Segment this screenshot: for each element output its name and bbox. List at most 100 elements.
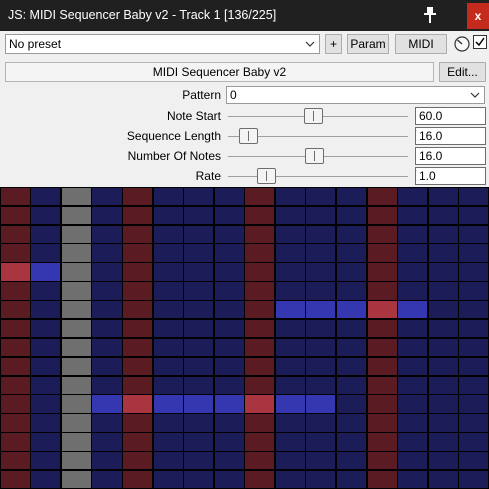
step-cell[interactable]: [336, 282, 366, 300]
step-cell[interactable]: [0, 301, 30, 319]
step-cell[interactable]: [214, 338, 244, 357]
step-cell[interactable]: [398, 282, 428, 300]
midi-button[interactable]: MIDI: [395, 34, 447, 54]
step-cell[interactable]: [306, 244, 336, 262]
step-cell-active[interactable]: [275, 301, 305, 319]
step-cell[interactable]: [214, 414, 244, 432]
slider-track[interactable]: [228, 176, 408, 177]
step-cell-active[interactable]: [214, 395, 244, 413]
step-cell[interactable]: [275, 206, 305, 224]
step-cell[interactable]: [459, 376, 489, 394]
step-cell[interactable]: [398, 357, 428, 375]
step-cell[interactable]: [123, 376, 153, 394]
step-cell[interactable]: [398, 263, 428, 281]
step-cell[interactable]: [428, 206, 458, 224]
step-cell[interactable]: [0, 282, 30, 300]
pattern-dropdown[interactable]: 0: [226, 86, 485, 104]
step-cell[interactable]: [61, 301, 91, 319]
step-cell[interactable]: [245, 452, 275, 470]
step-cell[interactable]: [398, 433, 428, 451]
pin-icon[interactable]: [418, 3, 442, 27]
step-cell[interactable]: [306, 452, 336, 470]
step-cell[interactable]: [336, 338, 366, 357]
step-cell[interactable]: [214, 301, 244, 319]
step-cell[interactable]: [184, 263, 214, 281]
step-cell[interactable]: [184, 452, 214, 470]
step-cell[interactable]: [61, 187, 91, 206]
step-cell[interactable]: [123, 319, 153, 338]
step-cell[interactable]: [0, 470, 30, 489]
step-cell[interactable]: [275, 470, 305, 489]
step-cell[interactable]: [214, 470, 244, 489]
step-cell[interactable]: [306, 376, 336, 394]
step-cell[interactable]: [398, 206, 428, 224]
step-cell[interactable]: [92, 206, 122, 224]
sequencer-grid[interactable]: [0, 187, 489, 489]
step-cell[interactable]: [123, 414, 153, 432]
step-cell[interactable]: [92, 225, 122, 243]
step-cell[interactable]: [306, 470, 336, 489]
step-cell[interactable]: [336, 414, 366, 432]
slider-thumb[interactable]: [305, 148, 325, 164]
step-cell[interactable]: [184, 206, 214, 224]
step-cell[interactable]: [428, 414, 458, 432]
step-cell[interactable]: [336, 357, 366, 375]
step-cell[interactable]: [92, 470, 122, 489]
step-cell-active[interactable]: [306, 301, 336, 319]
step-cell[interactable]: [459, 452, 489, 470]
step-cell[interactable]: [153, 376, 183, 394]
step-cell[interactable]: [92, 301, 122, 319]
slider-thumb[interactable]: [256, 168, 276, 184]
step-cell[interactable]: [92, 376, 122, 394]
step-cell[interactable]: [306, 319, 336, 338]
step-cell[interactable]: [367, 414, 397, 432]
step-cell[interactable]: [398, 319, 428, 338]
step-cell[interactable]: [398, 244, 428, 262]
slider-value-input[interactable]: 60.0: [415, 107, 486, 125]
step-cell[interactable]: [214, 244, 244, 262]
step-cell[interactable]: [245, 319, 275, 338]
step-cell[interactable]: [367, 282, 397, 300]
step-cell[interactable]: [153, 319, 183, 338]
step-cell[interactable]: [459, 338, 489, 357]
step-cell[interactable]: [428, 187, 458, 206]
step-cell[interactable]: [459, 319, 489, 338]
wet-knob-icon[interactable]: [453, 35, 471, 53]
step-cell[interactable]: [336, 376, 366, 394]
step-cell[interactable]: [245, 470, 275, 489]
step-cell[interactable]: [153, 282, 183, 300]
step-cell[interactable]: [214, 319, 244, 338]
step-cell[interactable]: [153, 414, 183, 432]
step-cell-active[interactable]: [306, 395, 336, 413]
step-cell[interactable]: [92, 357, 122, 375]
step-cell[interactable]: [275, 187, 305, 206]
step-cell-active[interactable]: [184, 395, 214, 413]
step-cell-active[interactable]: [275, 395, 305, 413]
step-cell[interactable]: [214, 433, 244, 451]
step-cell[interactable]: [398, 470, 428, 489]
step-cell[interactable]: [367, 263, 397, 281]
step-cell[interactable]: [31, 395, 61, 413]
step-cell[interactable]: [459, 263, 489, 281]
step-cell[interactable]: [336, 244, 366, 262]
step-cell[interactable]: [214, 376, 244, 394]
step-cell[interactable]: [123, 263, 153, 281]
step-cell[interactable]: [61, 338, 91, 357]
step-cell[interactable]: [428, 319, 458, 338]
step-cell[interactable]: [184, 338, 214, 357]
step-cell[interactable]: [31, 338, 61, 357]
step-cell[interactable]: [184, 301, 214, 319]
step-cell[interactable]: [459, 470, 489, 489]
step-cell[interactable]: [123, 357, 153, 375]
step-cell[interactable]: [275, 282, 305, 300]
step-cell[interactable]: [31, 376, 61, 394]
step-cell[interactable]: [367, 452, 397, 470]
step-cell[interactable]: [153, 187, 183, 206]
step-cell[interactable]: [459, 433, 489, 451]
step-cell[interactable]: [459, 282, 489, 300]
step-cell[interactable]: [0, 225, 30, 243]
step-cell[interactable]: [153, 433, 183, 451]
step-cell[interactable]: [184, 319, 214, 338]
step-cell[interactable]: [214, 225, 244, 243]
step-cell[interactable]: [275, 376, 305, 394]
